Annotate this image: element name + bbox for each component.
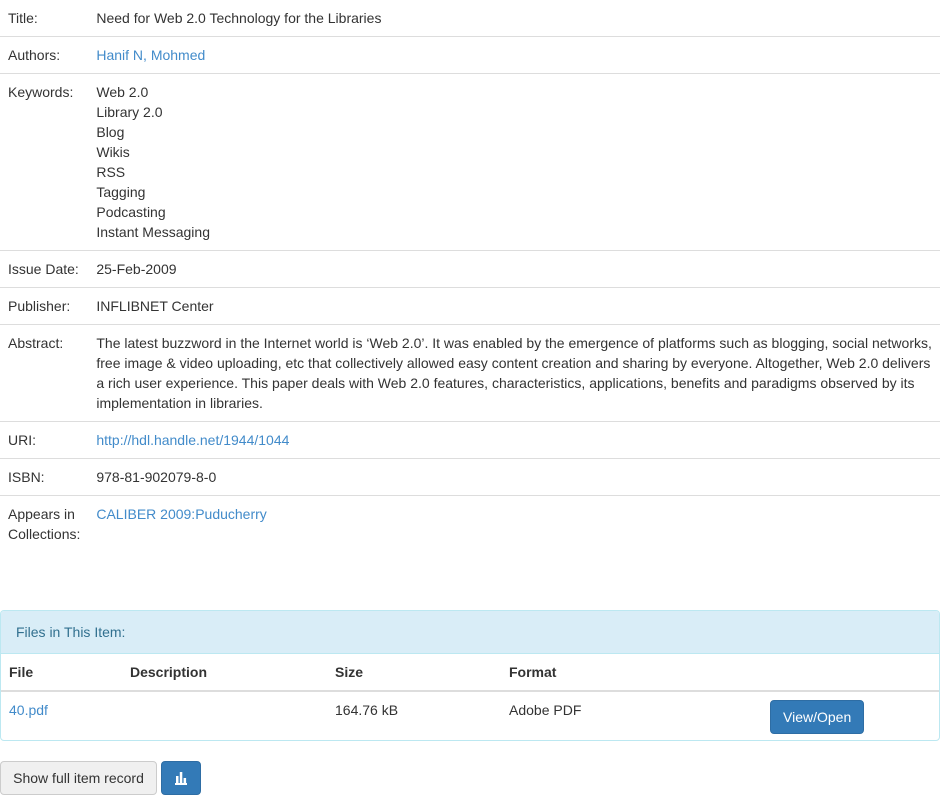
keywords-list: Web 2.0 Library 2.0 Blog Wikis RSS Taggi… <box>88 73 940 251</box>
file-description <box>122 691 327 740</box>
keyword-item: Tagging <box>96 184 146 200</box>
keyword-item: RSS <box>96 164 126 180</box>
files-panel: Files in This Item: File Description Siz… <box>0 610 940 741</box>
metadata-row-abstract: Abstract: The latest buzzword in the Int… <box>0 324 940 422</box>
collection-link[interactable]: CALIBER 2009:Puducherry <box>96 506 266 522</box>
author-link[interactable]: Hanif N, Mohmed <box>96 47 205 63</box>
files-panel-heading: Files in This Item: <box>1 611 939 654</box>
metadata-row-uri: URI: http://hdl.handle.net/1944/1044 <box>0 421 940 459</box>
metadata-row-collections: Appears in Collections: CALIBER 2009:Pud… <box>0 496 940 553</box>
title-value: Need for Web 2.0 Technology for the Libr… <box>88 0 940 37</box>
metadata-row-title: Title: Need for Web 2.0 Technology for t… <box>0 0 940 37</box>
collections-label: Appears in Collections: <box>8 506 81 542</box>
isbn-label: ISBN: <box>0 458 89 496</box>
item-metadata-table: Title: Need for Web 2.0 Technology for t… <box>0 0 940 552</box>
file-row: 40.pdf 164.76 kB Adobe PDF View/Open <box>1 691 939 740</box>
keyword-item: Library 2.0 <box>96 104 163 120</box>
metadata-row-issue-date: Issue Date: 25-Feb-2009 <box>0 250 940 288</box>
view-open-button[interactable]: View/Open <box>770 700 865 734</box>
keyword-item: Blog <box>96 124 125 140</box>
publisher-value: INFLIBNET Center <box>88 287 940 325</box>
metadata-row-keywords: Keywords: Web 2.0 Library 2.0 Blog Wikis… <box>0 73 940 251</box>
authors-label: Authors: <box>0 36 89 74</box>
show-full-record-button[interactable]: Show full item record <box>0 761 157 795</box>
file-link[interactable]: 40.pdf <box>9 702 48 718</box>
abstract-label: Abstract: <box>0 324 89 422</box>
metadata-row-isbn: ISBN: 978-81-902079-8-0 <box>0 458 940 496</box>
bar-chart-icon <box>175 772 187 785</box>
statistics-button[interactable] <box>161 761 201 795</box>
keywords-label: Keywords: <box>0 73 89 251</box>
keyword-item: Instant Messaging <box>96 224 210 240</box>
metadata-row-publisher: Publisher: INFLIBNET Center <box>0 287 940 325</box>
uri-label: URI: <box>0 421 89 459</box>
metadata-row-authors: Authors: Hanif N, Mohmed <box>0 36 940 74</box>
issue-date-label: Issue Date: <box>0 250 89 288</box>
keyword-item: Podcasting <box>96 204 166 220</box>
column-header-description: Description <box>122 654 327 692</box>
file-format: Adobe PDF <box>509 702 582 718</box>
column-header-file: File <box>1 654 122 692</box>
keyword-item: Wikis <box>96 144 130 160</box>
title-label: Title: <box>0 0 89 37</box>
keyword-item: Web 2.0 <box>96 84 149 100</box>
files-table: File Description Size Format 40.pdf 164.… <box>1 654 939 740</box>
column-header-format: Format <box>501 654 762 692</box>
column-header-action <box>762 654 939 692</box>
files-table-header: File Description Size Format <box>1 654 939 692</box>
isbn-value: 978-81-902079-8-0 <box>88 458 940 496</box>
abstract-value: The latest buzzword in the Internet worl… <box>88 324 940 422</box>
publisher-label: Publisher: <box>0 287 89 325</box>
column-header-size: Size <box>327 654 501 692</box>
issue-date-value: 25-Feb-2009 <box>88 250 940 288</box>
file-size: 164.76 kB <box>335 702 399 718</box>
uri-link[interactable]: http://hdl.handle.net/1944/1044 <box>96 432 289 448</box>
